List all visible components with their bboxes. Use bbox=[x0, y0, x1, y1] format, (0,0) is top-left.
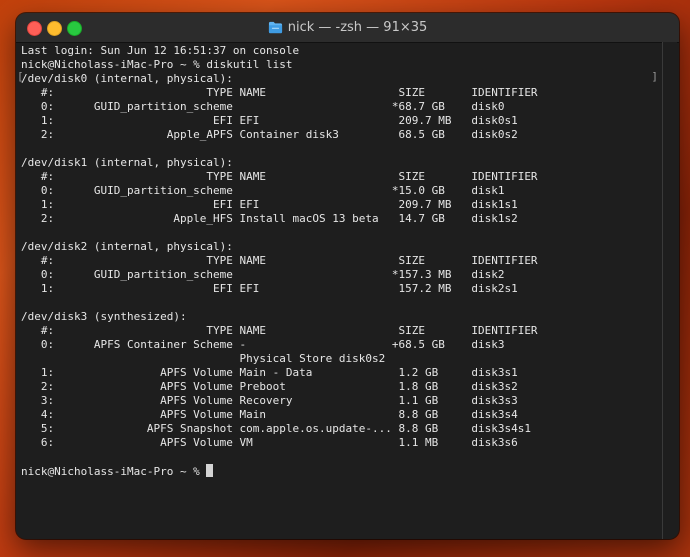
terminal-line: /dev/disk1 (internal, physical): bbox=[21, 156, 233, 169]
terminal-line: 2: Apple_APFS Container disk3 68.5 GB di… bbox=[21, 128, 518, 141]
terminal-output[interactable]: Last login: Sun Jun 12 16:51:37 on conso… bbox=[21, 44, 661, 539]
terminal-line: 0: GUID_partition_scheme *157.3 MB disk2 bbox=[21, 268, 505, 281]
terminal-line: Physical Store disk0s2 bbox=[21, 352, 386, 365]
folder-icon bbox=[268, 21, 282, 34]
terminal-line: 4: APFS Volume Main 8.8 GB disk3s4 bbox=[21, 408, 518, 421]
terminal-line: 1: EFI EFI 157.2 MB disk2s1 bbox=[21, 282, 518, 295]
vertical-scrollbar[interactable] bbox=[662, 42, 677, 539]
terminal-line: #: TYPE NAME SIZE IDENTIFIER bbox=[21, 86, 538, 99]
window-title: nick — -zsh — 91×35 bbox=[287, 20, 428, 35]
terminal-line: 3: APFS Volume Recovery 1.1 GB disk3s3 bbox=[21, 394, 518, 407]
terminal-line: 5: APFS Snapshot com.apple.os.update-...… bbox=[21, 422, 531, 435]
terminal-line: Last login: Sun Jun 12 16:51:37 on conso… bbox=[21, 44, 300, 57]
terminal-line: 1: APFS Volume Main - Data 1.2 GB disk3s… bbox=[21, 366, 518, 379]
shell-prompt: nick@Nicholass-iMac-Pro ~ % bbox=[21, 465, 207, 478]
terminal-line: #: TYPE NAME SIZE IDENTIFIER bbox=[21, 254, 538, 267]
terminal-line: /dev/disk3 (synthesized): bbox=[21, 310, 187, 323]
text-cursor bbox=[206, 464, 214, 477]
terminal-line: 6: APFS Volume VM 1.1 MB disk3s6 bbox=[21, 436, 518, 449]
terminal-line: 1: EFI EFI 209.7 MB disk1s1 bbox=[21, 198, 518, 211]
terminal-line: #: TYPE NAME SIZE IDENTIFIER bbox=[21, 170, 538, 183]
terminal-line: 2: APFS Volume Preboot 1.8 GB disk3s2 bbox=[21, 380, 518, 393]
terminal-line: /dev/disk0 (internal, physical): bbox=[21, 72, 233, 85]
title-bar[interactable]: nick — -zsh — 91×35 bbox=[16, 13, 679, 43]
terminal-window: nick — -zsh — 91×35 [ ] Last login: Sun … bbox=[16, 13, 679, 539]
terminal-line: 2: Apple_HFS Install macOS 13 beta 14.7 … bbox=[21, 212, 518, 225]
terminal-line: /dev/disk2 (internal, physical): bbox=[21, 240, 233, 253]
window-title-group: nick — -zsh — 91×35 bbox=[16, 13, 679, 42]
terminal-line: 0: APFS Container Scheme - +68.5 GB disk… bbox=[21, 338, 505, 351]
terminal-line: 1: EFI EFI 209.7 MB disk0s1 bbox=[21, 114, 518, 127]
terminal-line: 0: GUID_partition_scheme *15.0 GB disk1 bbox=[21, 184, 505, 197]
terminal-line: #: TYPE NAME SIZE IDENTIFIER bbox=[21, 324, 538, 337]
prompt-line[interactable]: nick@Nicholass-iMac-Pro ~ % bbox=[21, 464, 661, 478]
terminal-line: 0: GUID_partition_scheme *68.7 GB disk0 bbox=[21, 100, 505, 113]
terminal-line: nick@Nicholass-iMac-Pro ~ % diskutil lis… bbox=[21, 58, 293, 71]
